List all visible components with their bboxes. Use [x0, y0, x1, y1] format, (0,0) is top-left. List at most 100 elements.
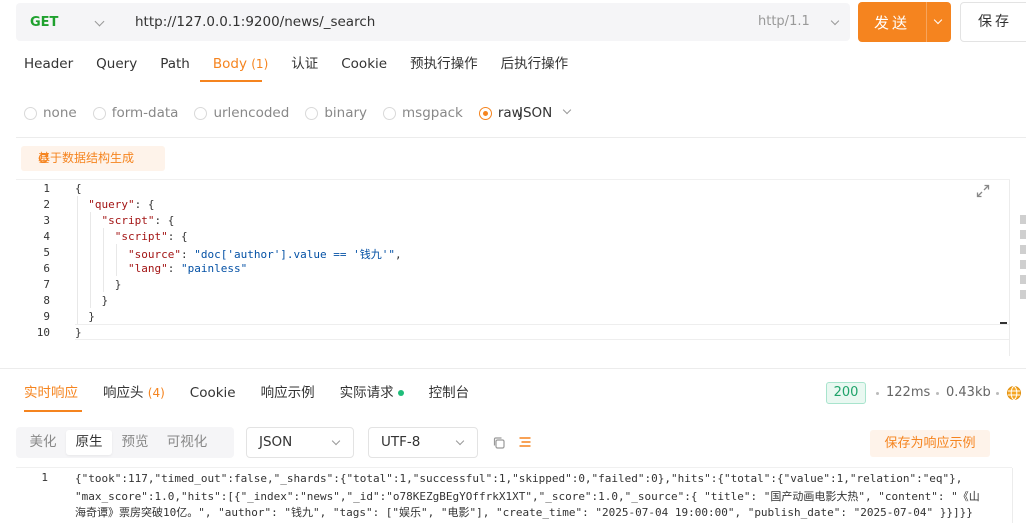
protocol-select[interactable]: http/1.1 [758, 3, 810, 41]
tab-query[interactable]: Query [96, 52, 137, 82]
line-number: 1 [41, 471, 48, 484]
tab-label: Path [160, 56, 190, 72]
chevron-down-icon [331, 436, 341, 446]
tab-label: 后执行操作 [500, 56, 569, 72]
tab-path[interactable]: Path [160, 52, 190, 82]
radio-binary[interactable]: binary [305, 105, 367, 121]
status-badge: 200 [826, 382, 866, 404]
tab-live-response[interactable]: 实时响应 [24, 382, 78, 406]
live-dot-icon [397, 390, 404, 396]
line-number: 8 [43, 294, 50, 307]
response-size: 0.43kb [946, 385, 991, 400]
copy-icon[interactable] [492, 436, 506, 450]
radio-circle-icon [194, 106, 208, 120]
url-input[interactable]: http://127.0.0.1:9200/news/_search [135, 3, 375, 41]
line-number: 6 [43, 262, 50, 275]
radio-label: binary [324, 105, 368, 121]
divider [16, 467, 1012, 468]
active-tab-indicator [200, 80, 262, 82]
radio-msgpack[interactable]: msgpack [383, 105, 463, 121]
view-preview-button[interactable]: 预览 [112, 430, 158, 455]
view-pretty-button[interactable]: 美化 [20, 430, 66, 455]
radio-urlencoded[interactable]: urlencoded [194, 105, 289, 121]
chevron-down-icon [830, 16, 840, 26]
response-text-line: 海奇谭》票房突破10亿。", "author": "钱九", "tags": [… [75, 506, 973, 519]
tab-label: Cookie [189, 385, 236, 401]
radio-raw[interactable]: raw [478, 105, 523, 121]
select-value: JSON [259, 434, 293, 450]
tab-actual-request[interactable]: 实际请求 [340, 382, 404, 406]
separator-dot [936, 392, 939, 395]
line-number: 9 [43, 310, 50, 323]
code-line: "script": { [101, 214, 175, 227]
view-raw-button[interactable]: 原生 [66, 430, 112, 455]
code-line: "lang": "painless" [127, 262, 248, 275]
globe-icon[interactable] [1006, 385, 1022, 401]
save-button[interactable]: 保存 [960, 2, 1026, 42]
code-line: "query": { [88, 198, 155, 211]
encoding-select[interactable]: UTF-8 [368, 427, 478, 458]
tab-label: Query [96, 56, 138, 72]
line-gutter: 1 2 3 4 5 6 7 8 9 10 [16, 180, 74, 356]
code-line: } [75, 278, 122, 291]
tab-label: 控制台 [428, 385, 470, 401]
active-line-highlight [75, 324, 1010, 340]
tab-body[interactable]: Body (1) [213, 52, 268, 82]
line-number: 5 [43, 246, 50, 259]
tab-label: 实时响应 [24, 385, 78, 401]
tab-label: Header [24, 56, 74, 72]
radio-label: form-data [111, 105, 179, 121]
divider [16, 137, 1026, 138]
line-number: 4 [43, 230, 50, 243]
generate-label: 基于数据结构生成 [38, 151, 135, 165]
request-tabs: Header Query Path Body (1) 认证 Cookie 预执行… [24, 52, 591, 82]
radio-label: urlencoded [213, 105, 290, 121]
tab-label: 预执行操作 [410, 56, 478, 72]
code-line: } [75, 310, 95, 323]
chevron-down-icon [94, 16, 105, 27]
view-visualize-button[interactable]: 可视化 [158, 430, 216, 455]
radio-label: msgpack [402, 105, 463, 121]
url-bar: GET http://127.0.0.1:9200/news/_search h… [16, 3, 850, 41]
code-line: "source": "doc['author'].value == '钱九'", [127, 248, 402, 261]
body-format-select[interactable]: JSON [519, 101, 552, 125]
save-as-example-button[interactable]: 保存为响应示例 [870, 430, 990, 457]
send-dropdown-chevron-icon[interactable] [927, 2, 951, 42]
tab-label: Body [212, 56, 247, 72]
radio-label: none [43, 105, 77, 121]
tab-response-example[interactable]: 响应示例 [261, 382, 315, 406]
radio-selected-icon [478, 106, 492, 120]
tab-post-request[interactable]: 后执行操作 [501, 52, 569, 82]
method-select[interactable]: GET [16, 3, 128, 41]
radio-circle-icon [92, 106, 106, 120]
response-text-line: "max_score":1.0,"hits":[{"_index":"news"… [75, 490, 980, 503]
line-number: 2 [43, 198, 50, 211]
separator-dot [876, 392, 879, 395]
tab-pre-request[interactable]: 预执行操作 [410, 52, 478, 82]
tab-auth[interactable]: 认证 [291, 52, 318, 82]
tab-console[interactable]: 控制台 [429, 382, 470, 406]
code-line: } [75, 294, 109, 307]
response-format-select[interactable]: JSON [246, 427, 354, 458]
tab-cookie[interactable]: Cookie [341, 52, 387, 82]
divider [0, 368, 1026, 369]
tab-response-cookie[interactable]: Cookie [190, 382, 236, 406]
tab-header[interactable]: Header [24, 52, 73, 82]
collapsed-panel-handle[interactable] [1020, 215, 1026, 305]
view-mode-toggle: 美化 原生 预览 可视化 [16, 427, 234, 458]
refresh-icon [38, 153, 49, 163]
response-text-line: {"took":117,"timed_out":false,"_shards":… [75, 472, 963, 485]
panel-divider [1009, 180, 1010, 356]
radio-circle-icon [305, 106, 319, 120]
send-button[interactable]: 发送 [858, 2, 951, 42]
tab-response-headers[interactable]: 响应头 (4) [103, 382, 165, 406]
format-lines-icon[interactable] [518, 435, 532, 449]
code-editor[interactable]: 1 2 3 4 5 6 7 8 9 10 { "query": { "scrip… [16, 179, 1010, 355]
radio-form-data[interactable]: form-data [92, 105, 179, 121]
line-number: 1 [43, 182, 50, 195]
radio-none[interactable]: none [24, 105, 77, 121]
body-type-group: none form-data urlencoded binary msgpack… [24, 101, 539, 125]
expand-icon[interactable] [975, 183, 991, 199]
tab-label: 响应头 [103, 385, 144, 401]
line-number: 7 [43, 278, 50, 291]
